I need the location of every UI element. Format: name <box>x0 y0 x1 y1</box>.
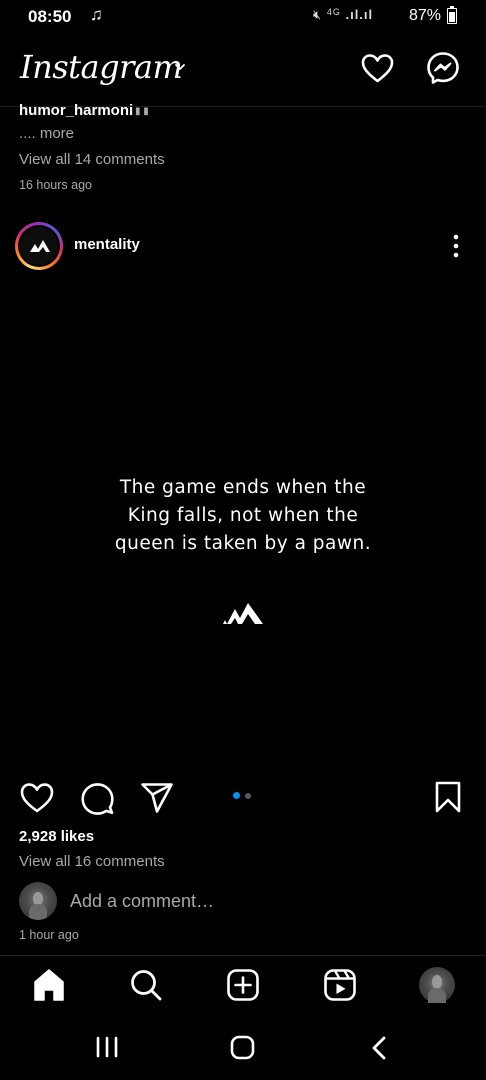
previous-post-username[interactable]: humor_harmoni <box>19 102 133 119</box>
previous-post-view-comments[interactable]: View all 14 comments <box>19 151 165 168</box>
back-icon[interactable] <box>370 1035 388 1061</box>
mute-icon: 🔇︎ <box>313 7 323 22</box>
comment-bubble-icon[interactable] <box>81 782 114 815</box>
previous-post-time: 16 hours ago <box>19 178 92 192</box>
post-avatar[interactable] <box>15 222 63 270</box>
chevron-down-icon[interactable] <box>175 62 185 72</box>
battery-icon <box>447 6 457 24</box>
battery-level <box>449 12 455 22</box>
post-username[interactable]: mentality <box>74 236 140 253</box>
signal-bars-icon: .ıl.ıl <box>345 7 374 22</box>
post-time: 1 hour ago <box>19 928 79 942</box>
instagram-logo[interactable]: Instagram <box>20 48 183 86</box>
home-circle-icon[interactable] <box>230 1035 255 1060</box>
previous-post-more[interactable]: .... more <box>19 125 74 142</box>
messenger-icon[interactable] <box>426 51 460 85</box>
status-bar: 08:50 ♫ 🔇︎ 4G .ıl.ıl 87% <box>0 0 486 34</box>
save-bookmark-icon[interactable] <box>434 781 462 813</box>
heart-icon[interactable] <box>361 53 394 84</box>
current-user-avatar <box>19 882 57 920</box>
quote-line: queen is taken by a pawn. <box>114 533 372 554</box>
signal-icons: 🔇︎ 4G .ıl.ıl <box>313 7 373 23</box>
carousel-dot-active <box>233 792 240 799</box>
like-heart-icon[interactable] <box>20 782 54 814</box>
status-time: 08:50 <box>28 7 72 26</box>
quote-line: King falls, not when the <box>127 505 359 526</box>
emoji-icon: ▮ ▮ <box>135 106 149 117</box>
quote-line: The game ends when the <box>119 477 367 498</box>
profile-avatar[interactable] <box>419 967 455 1003</box>
add-comment-input[interactable]: Add a comment… <box>70 891 214 912</box>
search-icon[interactable] <box>129 968 163 1002</box>
music-note-icon: ♫ <box>90 5 103 24</box>
create-icon[interactable] <box>226 968 260 1002</box>
bottom-nav-divider <box>0 955 486 956</box>
mentality-watermark-logo <box>223 603 263 624</box>
carousel-dot <box>245 793 251 799</box>
more-options-icon[interactable] <box>448 233 464 259</box>
home-icon[interactable] <box>32 968 66 1002</box>
mentality-logo-icon <box>30 240 50 252</box>
network-type-label: 4G <box>326 7 341 17</box>
likes-count[interactable]: 2,928 likes <box>19 828 94 845</box>
reels-icon[interactable] <box>323 968 357 1002</box>
post-quote: The game ends when the King falls, not w… <box>0 474 486 558</box>
recent-apps-icon[interactable] <box>95 1036 119 1058</box>
battery-percent: 87% <box>409 7 442 24</box>
view-all-comments-link[interactable]: View all 16 comments <box>19 853 165 870</box>
share-paper-plane-icon[interactable] <box>140 782 174 814</box>
